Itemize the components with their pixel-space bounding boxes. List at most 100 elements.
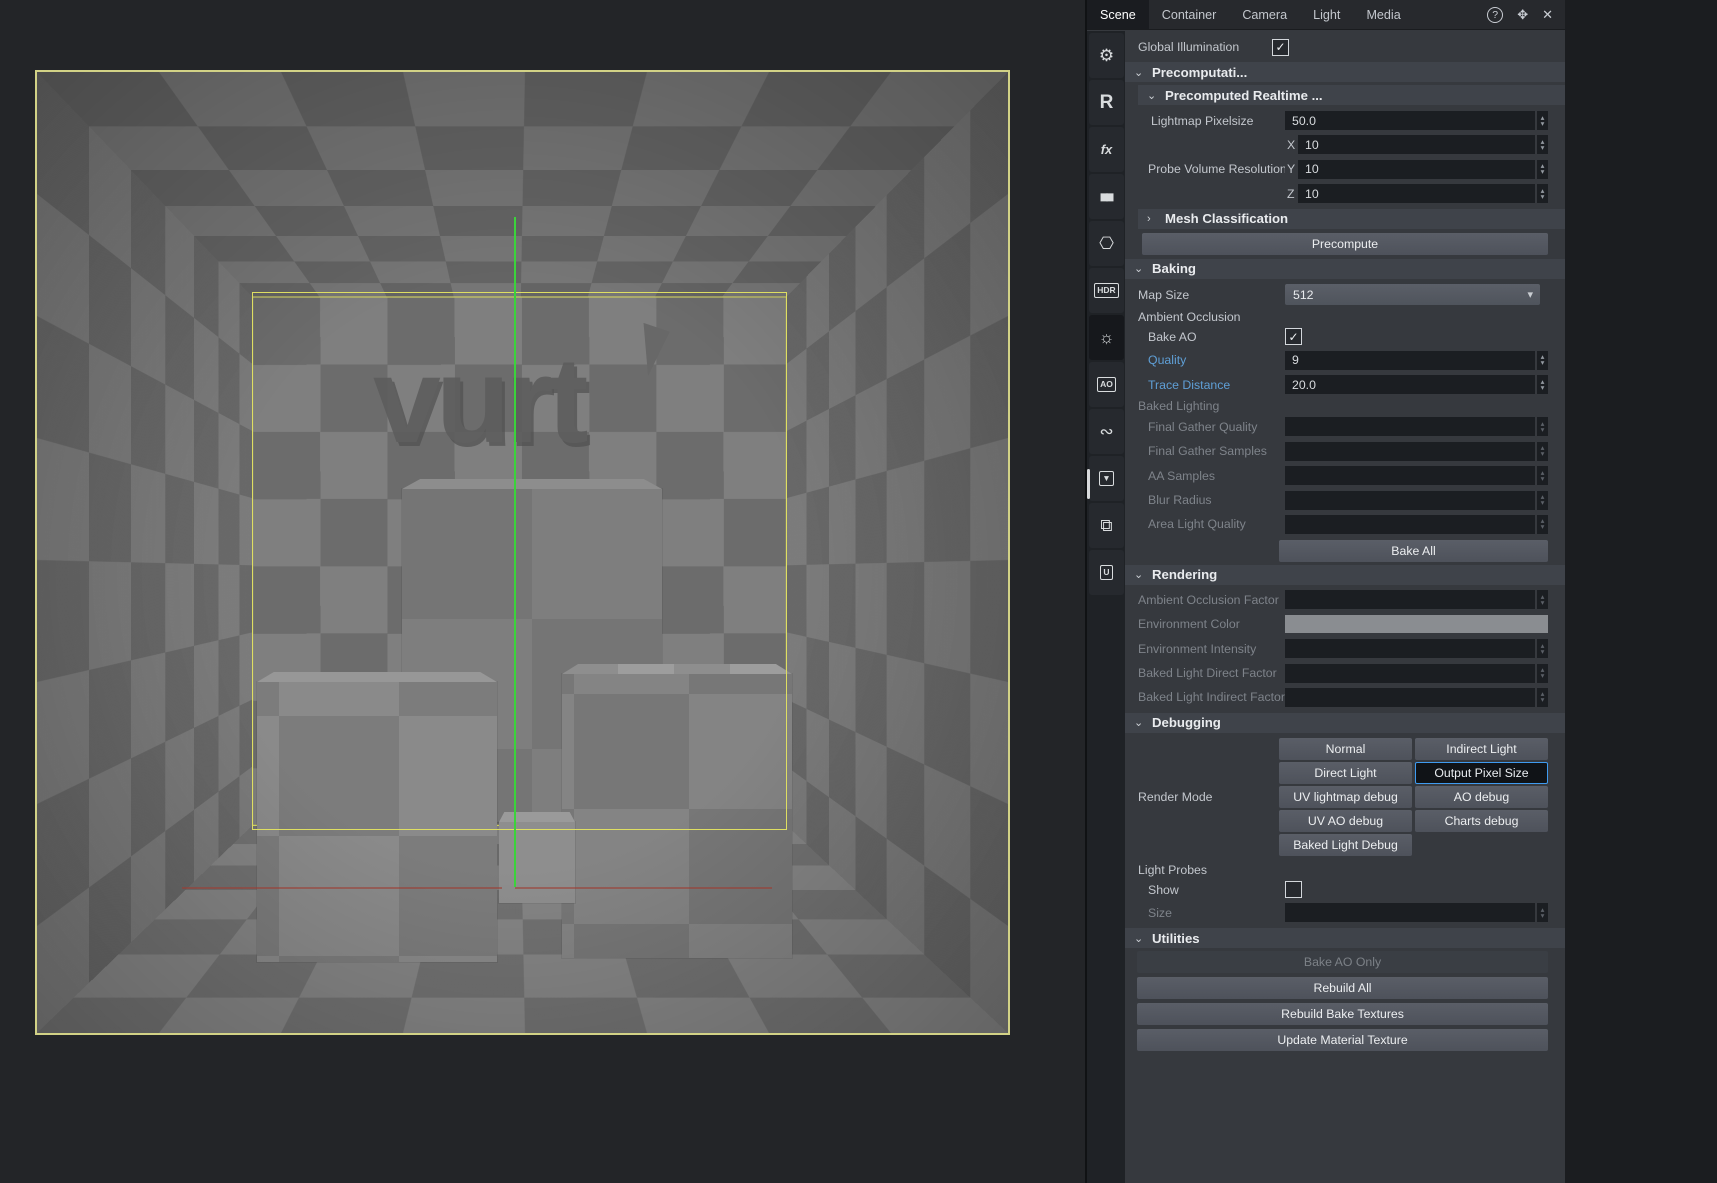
lightmap-pixelsize-input[interactable]: 50.0: [1285, 111, 1548, 130]
environment-intensity-input: [1285, 639, 1548, 658]
probe-resolution-z-row: Z 10: [1125, 182, 1565, 206]
section-utilities[interactable]: Utilities: [1125, 928, 1565, 948]
material-swirl-icon[interactable]: ∾: [1089, 409, 1124, 454]
tab-container[interactable]: Container: [1149, 0, 1230, 29]
settings-gear-icon[interactable]: ⚙: [1089, 33, 1124, 78]
engine-logo-icon[interactable]: R: [1089, 80, 1124, 125]
probe-resolution-x-input[interactable]: 10: [1298, 135, 1548, 154]
ao-icon[interactable]: AO: [1089, 362, 1124, 407]
archive-icon[interactable]: U: [1089, 550, 1124, 595]
precompute-button[interactable]: Precompute: [1142, 233, 1548, 255]
show-checkbox[interactable]: [1285, 881, 1302, 898]
hdr-icon[interactable]: HDR: [1089, 268, 1124, 313]
trace-distance-input[interactable]: 20.0: [1285, 375, 1548, 394]
spinner[interactable]: [1535, 184, 1548, 203]
mode-baked-light-debug-button[interactable]: Baked Light Debug: [1279, 834, 1412, 856]
quality-input[interactable]: 9: [1285, 351, 1548, 370]
scroll-indicator[interactable]: [1087, 469, 1090, 499]
render-view[interactable]: vurt: [35, 70, 1010, 1035]
red-axis-line-right: [515, 887, 772, 889]
spinner[interactable]: [1535, 160, 1548, 179]
spinner: [1535, 491, 1548, 510]
ambient-occlusion-factor-label: Ambient Occlusion Factor: [1125, 593, 1285, 607]
bake-ao-label: Bake AO: [1125, 330, 1285, 344]
spinner[interactable]: [1535, 375, 1548, 394]
mode-uv-ao-debug-button[interactable]: UV AO debug: [1279, 810, 1412, 832]
baked-light-direct-factor-row: Baked Light Direct Factor: [1125, 661, 1565, 685]
baked-lighting-label: Baked Lighting: [1125, 399, 1285, 413]
probe-resolution-y-input[interactable]: 10: [1298, 160, 1548, 179]
texture-export-icon[interactable]: ▼: [1089, 456, 1124, 501]
environment-intensity-row: Environment Intensity: [1125, 636, 1565, 660]
lightmap-pixelsize-label: Lightmap Pixelsize: [1125, 114, 1285, 128]
size-input: [1285, 903, 1548, 922]
tab-media[interactable]: Media: [1353, 0, 1413, 29]
spinner[interactable]: [1535, 351, 1548, 370]
map-size-dropdown[interactable]: 512: [1285, 284, 1540, 305]
bake-ao-only-button: Bake AO Only: [1137, 951, 1548, 973]
environment-color-swatch[interactable]: [1285, 615, 1548, 633]
global-illumination-row: Global Illumination: [1125, 35, 1565, 59]
mode-direct-light-button[interactable]: Direct Light: [1279, 762, 1412, 784]
chevron-right-icon: [1147, 213, 1157, 225]
global-illumination-checkbox[interactable]: [1272, 39, 1289, 56]
spinner: [1535, 466, 1548, 485]
bake-ao-row: Bake AO: [1125, 326, 1565, 348]
probe-resolution-y-row: Probe Volume Resolution Y 10: [1125, 157, 1565, 181]
spinner[interactable]: [1535, 135, 1548, 154]
section-debugging[interactable]: Debugging: [1125, 713, 1565, 733]
section-precomputation[interactable]: Precomputati...: [1125, 62, 1565, 82]
size-label: Size: [1125, 906, 1285, 920]
mode-uv-lightmap-debug-button[interactable]: UV lightmap debug: [1279, 786, 1412, 808]
update-material-texture-button[interactable]: Update Material Texture: [1137, 1029, 1548, 1051]
mode-charts-debug-button[interactable]: Charts debug: [1415, 810, 1548, 832]
spinner: [1535, 688, 1548, 707]
section-precomputed-realtime[interactable]: Precomputed Realtime ...: [1138, 85, 1565, 105]
section-rendering[interactable]: Rendering: [1125, 565, 1565, 585]
bake-ao-checkbox[interactable]: [1285, 328, 1302, 345]
axis-y-label: Y: [1285, 162, 1298, 176]
mode-normal-button[interactable]: Normal: [1279, 738, 1412, 760]
baked-light-direct-factor-input: [1285, 664, 1548, 683]
tab-light[interactable]: Light: [1300, 0, 1353, 29]
tab-camera[interactable]: Camera: [1229, 0, 1300, 29]
spinner[interactable]: [1535, 111, 1548, 130]
mode-output-pixel-size-button[interactable]: Output Pixel Size: [1415, 762, 1548, 784]
close-icon[interactable]: ✕: [1542, 7, 1553, 23]
mode-ao-debug-button[interactable]: AO debug: [1415, 786, 1548, 808]
blocks-icon[interactable]: ▆▆: [1089, 174, 1124, 219]
global-illumination-label: Global Illumination: [1125, 40, 1272, 54]
render-mode-row: Render Mode Normal Indirect Light Direct…: [1125, 738, 1565, 856]
axis-z-label: Z: [1285, 187, 1298, 201]
ambient-occlusion-factor-row: Ambient Occlusion Factor: [1125, 588, 1565, 612]
chevron-down-icon: [1134, 568, 1144, 581]
light-probes-label: Light Probes: [1125, 863, 1285, 877]
ambient-occlusion-label: Ambient Occlusion: [1125, 310, 1285, 324]
section-baking[interactable]: Baking: [1125, 259, 1565, 279]
tab-scene[interactable]: Scene: [1087, 0, 1149, 29]
map-size-row: Map Size 512: [1125, 282, 1565, 308]
effects-icon[interactable]: fx: [1089, 127, 1124, 172]
fullscreen-icon[interactable]: ✥: [1517, 7, 1528, 23]
final-gather-quality-label: Final Gather Quality: [1125, 420, 1285, 434]
quality-label: Quality: [1125, 353, 1285, 367]
trace-distance-row: Trace Distance 20.0: [1125, 372, 1565, 396]
rebuild-all-button[interactable]: Rebuild All: [1137, 977, 1548, 999]
mode-indirect-light-button[interactable]: Indirect Light: [1415, 738, 1548, 760]
prefab-hexagon-icon[interactable]: ⎔: [1089, 221, 1124, 266]
devices-icon[interactable]: ⧉: [1089, 503, 1124, 548]
aa-samples-row: AA Samples: [1125, 464, 1565, 488]
bake-all-button[interactable]: Bake All: [1279, 540, 1548, 562]
final-gather-samples-input: [1285, 442, 1548, 461]
rebuild-bake-textures-button[interactable]: Rebuild Bake Textures: [1137, 1003, 1548, 1025]
spinner: [1535, 417, 1548, 436]
global-illumination-icon[interactable]: ☼: [1089, 315, 1124, 360]
section-mesh-classification[interactable]: Mesh Classification: [1138, 209, 1565, 229]
panel-content: Global Illumination Precomputati... Prec…: [1125, 31, 1565, 1183]
ambient-occlusion-factor-input: [1285, 590, 1548, 609]
help-icon[interactable]: ?: [1487, 7, 1503, 23]
probe-resolution-z-input[interactable]: 10: [1298, 184, 1548, 203]
light-probes-show-row: Show: [1125, 879, 1565, 901]
chevron-down-icon: [1134, 66, 1144, 79]
render-mode-label: Render Mode: [1125, 790, 1279, 804]
